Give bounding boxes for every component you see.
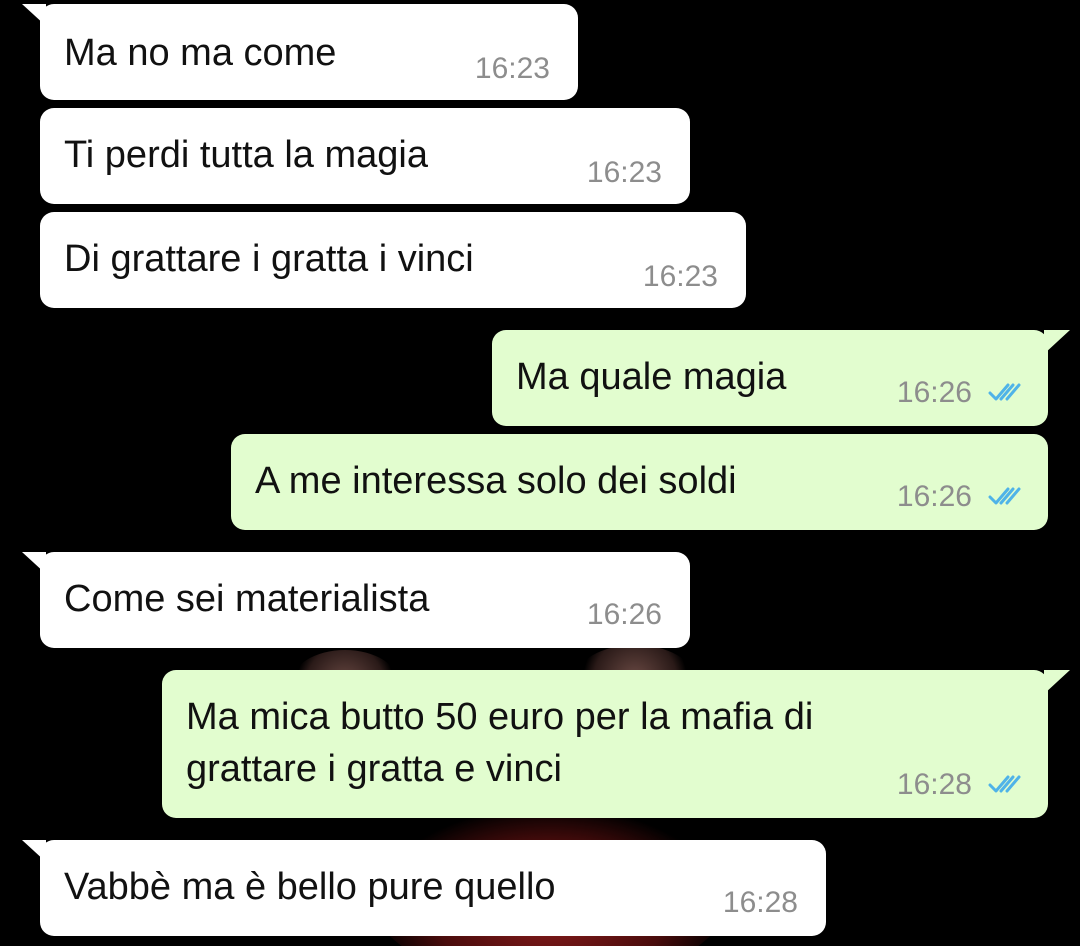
message-bubble-incoming[interactable]: Ma no ma come 16:23 bbox=[22, 4, 578, 100]
message-text: Ti perdi tutta la magia bbox=[64, 134, 428, 176]
message-bubble-incoming[interactable]: Vabbè ma è bello pure quello 16:28 bbox=[22, 840, 826, 936]
double-check-icon bbox=[988, 383, 1021, 401]
message-time: 16:23 bbox=[642, 260, 718, 293]
message-time: 16:23 bbox=[586, 156, 662, 189]
message-text: Come sei materialista bbox=[64, 578, 430, 620]
message-text-line-2: grattare i gratta e vinci bbox=[186, 748, 562, 790]
double-check-icon bbox=[988, 487, 1021, 505]
chat-window: Ma no ma come 16:23 Ti perdi tutta la ma… bbox=[0, 0, 1080, 946]
message-bubble-outgoing[interactable]: Ma mica butto 50 euro per la mafia di gr… bbox=[162, 670, 1070, 818]
message-bubble-incoming[interactable]: Di grattare i gratta i vinci 16:23 bbox=[40, 212, 746, 308]
message-text: Vabbè ma è bello pure quello bbox=[64, 866, 556, 908]
message-text-line-1: Ma mica butto 50 euro per la mafia di bbox=[186, 696, 814, 738]
message-bubble-incoming[interactable]: Ti perdi tutta la magia 16:23 bbox=[40, 108, 690, 204]
message-bubble-outgoing[interactable]: A me interessa solo dei soldi 16:26 bbox=[231, 434, 1048, 530]
message-text: A me interessa solo dei soldi bbox=[255, 460, 737, 502]
message-bubble-outgoing[interactable]: Ma quale magia 16:26 bbox=[492, 330, 1070, 426]
message-time: 16:28 bbox=[896, 768, 972, 801]
message-text: Di grattare i gratta i vinci bbox=[64, 238, 474, 280]
message-text: Ma quale magia bbox=[516, 356, 787, 398]
message-bubble-incoming[interactable]: Come sei materialista 16:26 bbox=[22, 552, 690, 648]
double-check-icon bbox=[988, 775, 1021, 793]
message-time: 16:26 bbox=[896, 480, 972, 513]
message-time: 16:23 bbox=[474, 52, 550, 85]
message-text: Ma no ma come bbox=[64, 32, 337, 74]
message-time: 16:28 bbox=[722, 886, 798, 919]
message-time: 16:26 bbox=[586, 598, 662, 631]
message-time: 16:26 bbox=[896, 376, 972, 409]
